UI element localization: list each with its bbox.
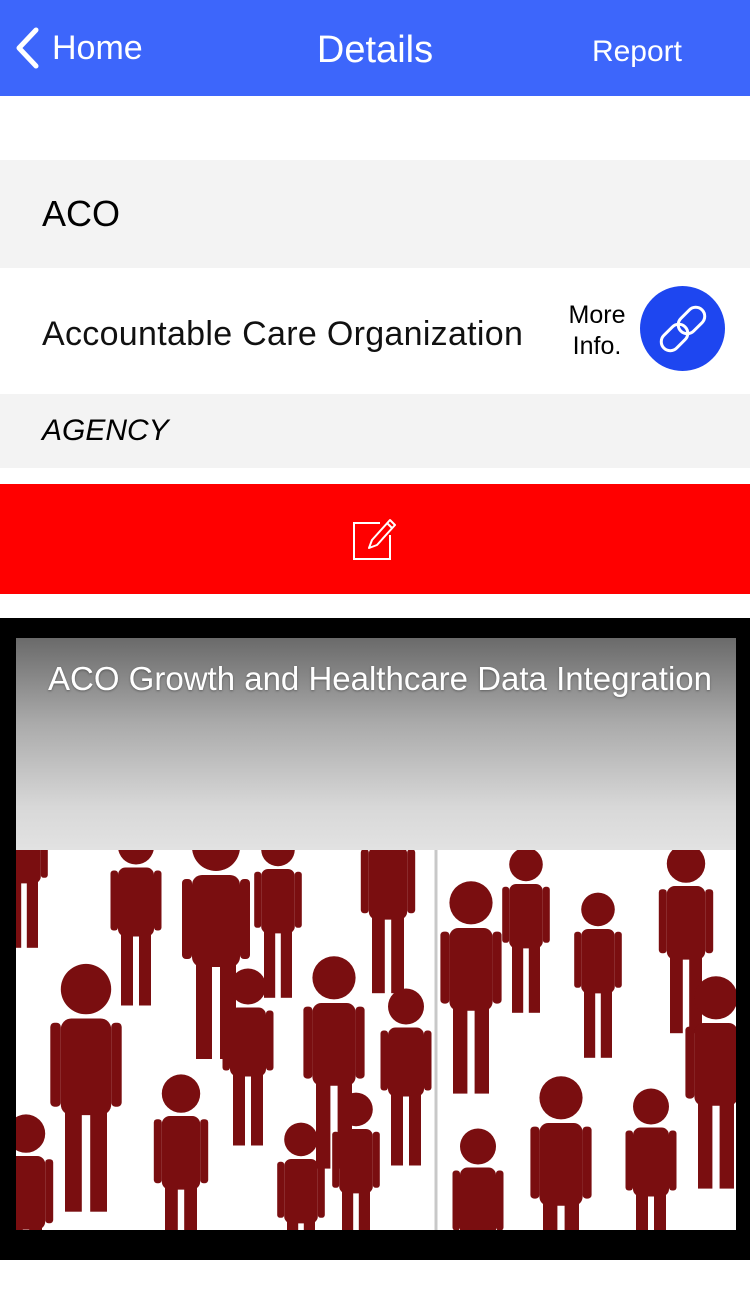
category-row: AGENCY — [0, 394, 750, 468]
more-info-label: More Info. — [560, 300, 634, 362]
people-crowd-illustration — [16, 850, 736, 1230]
report-button[interactable]: Report — [592, 0, 682, 96]
more-info-line-1: More — [568, 301, 626, 329]
definition-text: Accountable Care Organization — [42, 315, 524, 353]
edit-square-icon — [353, 519, 396, 560]
more-info-link-button[interactable] — [640, 286, 725, 371]
home-back-label: Home — [52, 28, 143, 67]
category-label: AGENCY — [42, 414, 169, 447]
link-chain-icon — [659, 305, 706, 352]
home-back-button[interactable]: Home — [14, 0, 143, 96]
edit-button[interactable] — [0, 484, 750, 594]
more-info-line-2: Info. — [572, 332, 622, 360]
video-player: ACO Growth and Healthcare Data Integrati… — [0, 618, 750, 1260]
acronym-row: ACO — [0, 160, 750, 268]
navigation-bar: Home Details Report — [0, 0, 750, 96]
video-thumbnail[interactable]: ACO Growth and Healthcare Data Integrati… — [16, 638, 736, 1230]
chevron-left-icon — [16, 27, 39, 69]
video-title: ACO Growth and Healthcare Data Integrati… — [48, 660, 713, 697]
acronym-text: ACO — [42, 193, 121, 234]
definition-row: Accountable Care Organization More Info. — [0, 268, 750, 394]
